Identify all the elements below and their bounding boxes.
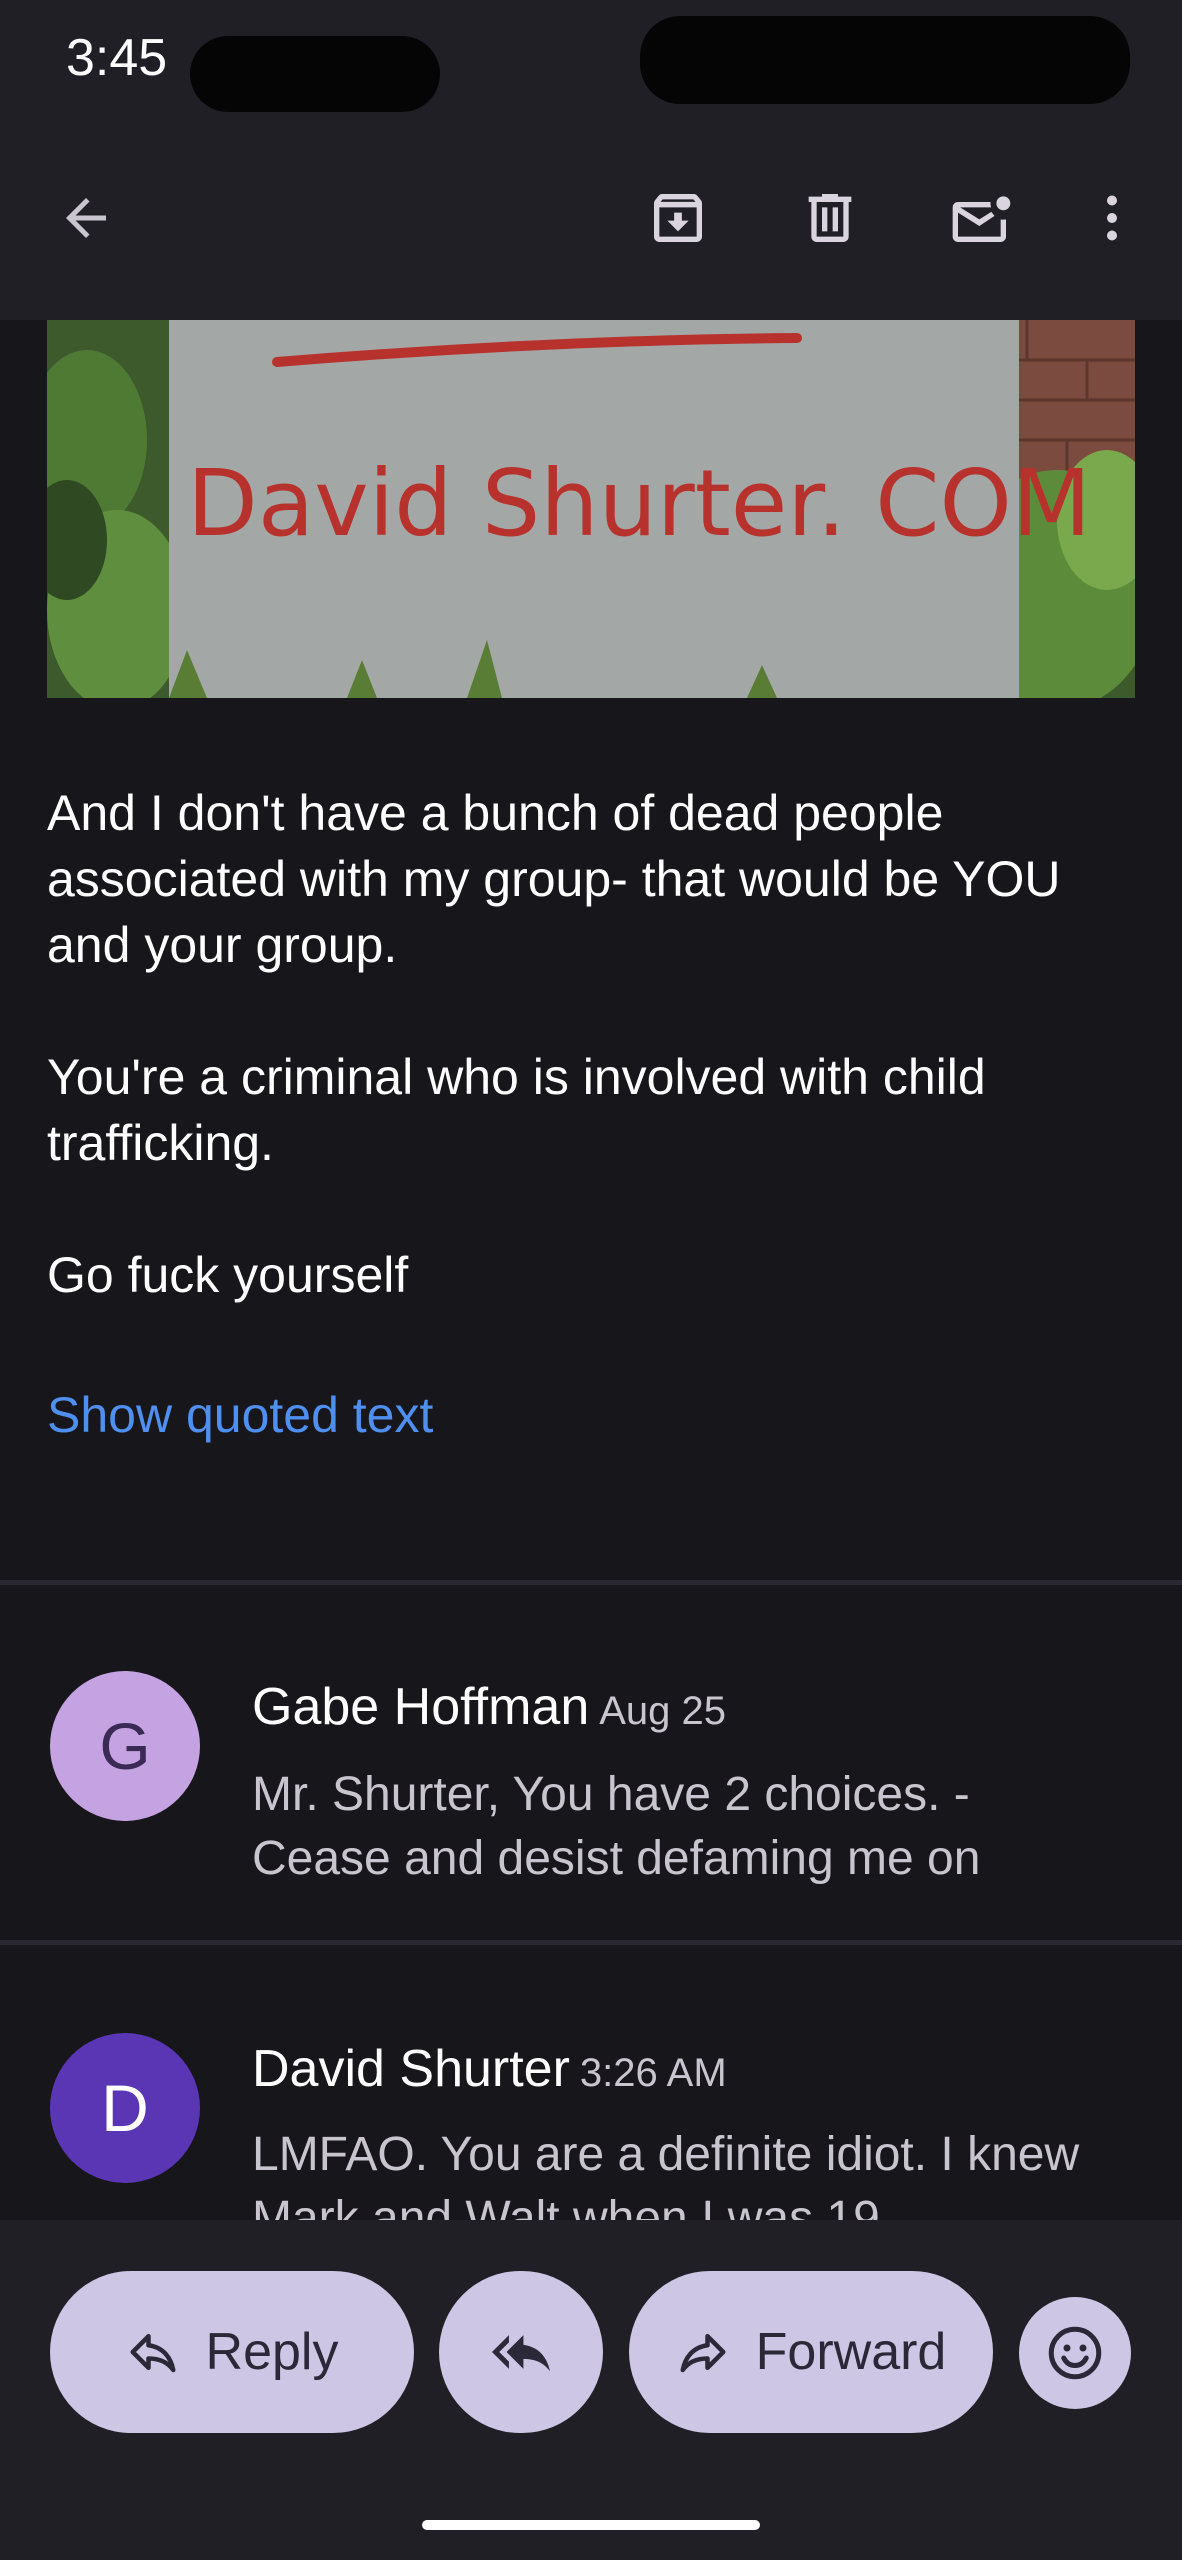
message-date: Aug 25 <box>599 1689 727 1733</box>
bottom-action-bar: Reply Forward <box>0 2220 1182 2560</box>
archive-icon <box>654 194 702 242</box>
forward-label: Forward <box>755 2323 947 2381</box>
home-indicator[interactable] <box>422 2520 760 2530</box>
avatar: D <box>50 2033 200 2183</box>
redaction-mark <box>640 16 1130 104</box>
reply-icon <box>126 2325 180 2379</box>
back-arrow-icon <box>66 198 106 238</box>
email-content: David Shurter. COM And I don't have a bu… <box>0 320 1182 2220</box>
message-snippet: Mr. Shurter, You have 2 choices. - Cease… <box>252 1768 981 1885</box>
sign-image: David Shurter. COM <box>47 320 1135 698</box>
status-bar: 3:45 <box>0 0 1182 120</box>
sign-lettering: David Shurter. COM <box>187 450 1091 557</box>
avatar: G <box>50 1671 200 1821</box>
thread-message[interactable]: G Gabe Hoffman Aug 25 Mr. Shurter, You ha… <box>0 1585 1182 1940</box>
email-paragraph: And I don't have a bunch of dead people … <box>47 785 1061 973</box>
avatar-letter: D <box>101 2071 149 2145</box>
more-vert-icon <box>1107 195 1117 241</box>
back-button[interactable] <box>38 170 134 266</box>
reply-all-button[interactable] <box>439 2271 603 2433</box>
email-paragraph: You're a criminal who is involved with c… <box>47 1049 986 1171</box>
status-time: 3:45 <box>66 29 168 87</box>
avatar-letter: G <box>99 1709 151 1783</box>
sender-line: Gabe Hoffman Aug 25 <box>252 1677 726 1737</box>
app-bar <box>0 120 1182 320</box>
emoji-reaction-button[interactable] <box>1019 2297 1131 2409</box>
sender-name: Gabe Hoffman <box>252 1678 590 1736</box>
reply-all-icon <box>492 2335 550 2372</box>
mark-unread-button[interactable] <box>934 170 1030 266</box>
emoji-icon <box>1048 2326 1102 2380</box>
screen: 3:45 David Shurter. COM And I don't have… <box>0 0 1182 2560</box>
reply-button[interactable]: Reply <box>50 2271 414 2433</box>
thread-message[interactable]: D David Shurter 3:26 AM LMFAO. You are a … <box>0 1945 1182 2220</box>
more-options-button[interactable] <box>1064 170 1160 266</box>
message-date: 3:26 AM <box>579 2051 727 2095</box>
email-paragraph: Go fuck yourself <box>47 1247 409 1303</box>
delete-button[interactable] <box>782 170 878 266</box>
reply-label: Reply <box>205 2323 339 2381</box>
message-snippet: LMFAO. You are a definite idiot. I knew … <box>252 2128 1080 2220</box>
show-quoted-text-link[interactable]: Show quoted text <box>47 1386 433 1444</box>
archive-button[interactable] <box>630 170 726 266</box>
trash-icon <box>808 194 852 242</box>
redaction-mark <box>190 36 440 112</box>
sender-name: David Shurter <box>252 2040 570 2098</box>
sender-line: David Shurter 3:26 AM <box>252 2039 727 2099</box>
forward-icon <box>676 2325 730 2379</box>
forward-button[interactable]: Forward <box>629 2271 993 2433</box>
mark-unread-icon <box>952 196 1011 242</box>
